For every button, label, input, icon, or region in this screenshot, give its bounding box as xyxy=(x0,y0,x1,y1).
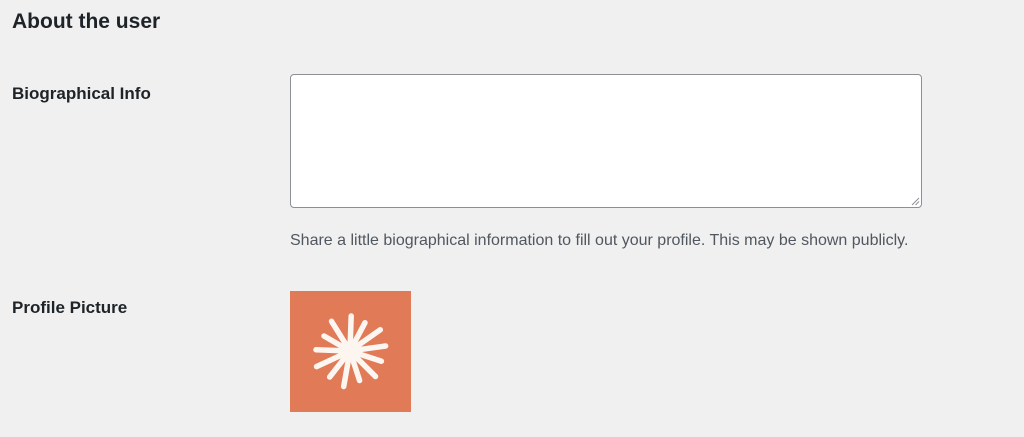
biographical-info-label: Biographical Info xyxy=(12,84,151,103)
profile-picture-label: Profile Picture xyxy=(12,298,128,317)
resize-handle-icon[interactable] xyxy=(910,196,920,206)
profile-avatar xyxy=(290,291,411,412)
biographical-info-textarea[interactable] xyxy=(290,74,922,208)
burst-center xyxy=(341,342,359,360)
section-title: About the user xyxy=(12,10,161,33)
biographical-info-description: Share a little biographical information … xyxy=(290,232,909,249)
